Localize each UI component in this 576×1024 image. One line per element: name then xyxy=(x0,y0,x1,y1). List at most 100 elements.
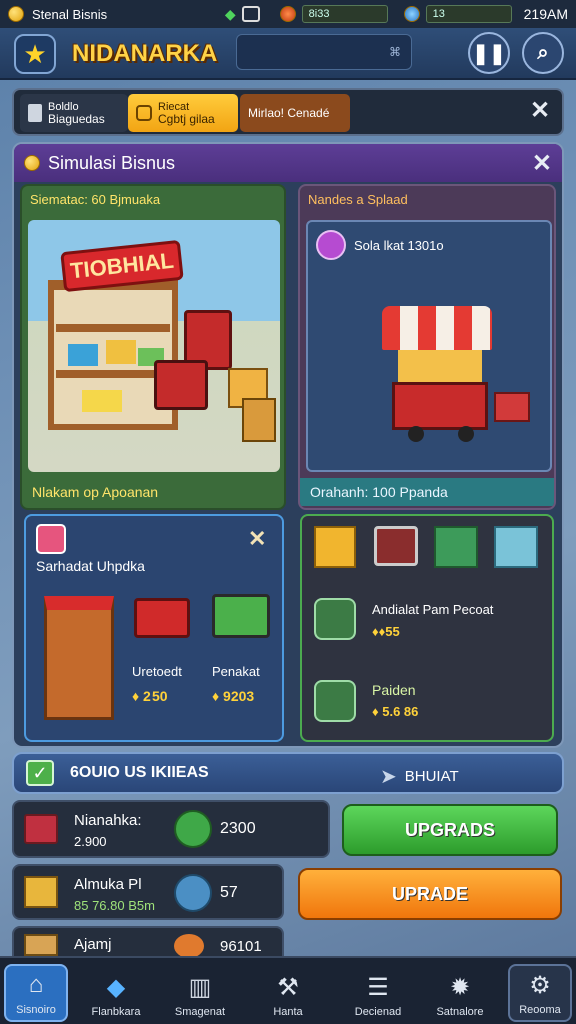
nav-home[interactable]: ⌂ Sisnoiro xyxy=(4,964,68,1022)
books-icon xyxy=(24,814,58,844)
gem-icon: ◆ xyxy=(224,5,236,22)
nav-list[interactable]: ☰ Decienad xyxy=(346,964,410,1022)
star-icon[interactable]: ★ xyxy=(14,34,56,74)
row2-sub: 85 76.80 B5m xyxy=(74,898,155,913)
globe-bag-icon xyxy=(174,874,212,912)
business-bar[interactable]: ✓ 6OUIO US IKIIEAS ➤ BHUIAT xyxy=(12,752,564,794)
nav-settings[interactable]: ⚙ Reooma xyxy=(508,964,572,1022)
upgrades-title: Sarhadat Uhpdka xyxy=(36,558,145,574)
wrench-icon: ⚒ xyxy=(277,973,299,1001)
row2-name: Almuka Pl xyxy=(74,876,142,893)
reward-label-1: Andialat Pam Pecoat xyxy=(372,602,494,617)
plane-icon: ➤ xyxy=(380,766,397,788)
reward-value-2: ♦ 5.6 86 xyxy=(372,704,419,719)
check-icon: ✓ xyxy=(26,760,54,786)
bottom-nav: ⌂ Sisnoiro ◆ Flanbkara ▥ Smagenat ⚒ Hanta ☰ D… xyxy=(0,956,576,1024)
ice-box-icon[interactable] xyxy=(494,526,538,568)
panel-header: Simulasi Bisnus ✕ xyxy=(14,144,562,182)
row3-value: 96101 xyxy=(220,938,262,955)
crate-icon[interactable] xyxy=(434,526,478,568)
stand-illustration: Sola lkat 1301o xyxy=(306,220,552,472)
game-title: NIDANARKA xyxy=(72,40,218,67)
tabs-close-button[interactable]: ✕ xyxy=(530,96,550,125)
gift-box-icon[interactable] xyxy=(314,526,356,568)
panel-title: Simulasi Bisnus xyxy=(48,152,176,173)
globe-icon xyxy=(403,6,420,22)
upgrades-card: ✕ Sarhadat Uhpdka Uretoedt Penakat ♦ 2 5… xyxy=(24,514,284,742)
upgrade-price-1: ♦ 2 50 xyxy=(132,688,168,704)
tab-biaguedas[interactable]: Boldlo Biaguedas xyxy=(20,94,128,132)
reward-value-1: ♦♦55 xyxy=(372,624,400,639)
upgrade-button-1[interactable]: UPGRADS xyxy=(342,804,558,856)
tab-riecat[interactable]: Riecat Cgbtj gilaa xyxy=(128,94,238,132)
reward-icon-2[interactable] xyxy=(314,680,356,722)
tab-strip: Boldlo Biaguedas Riecat Cgbtj gilaa Mirlao… xyxy=(12,88,564,136)
row3-name: Ajamj xyxy=(74,936,112,953)
coin-icon xyxy=(24,155,40,171)
panel-close-button[interactable]: ✕ xyxy=(532,149,552,178)
upgrade-price-2: ♦ 9203 xyxy=(212,688,255,704)
status-meter-2: 13 xyxy=(425,5,512,23)
search-button[interactable]: ⌕ xyxy=(522,32,564,74)
reward-icon-1[interactable] xyxy=(314,598,356,640)
search-icon: ⌘ xyxy=(389,45,401,59)
top-bar: ★ NIDANARKA ⌘ ❚❚ ⌕ xyxy=(0,28,576,80)
status-time: 219AM xyxy=(523,6,568,22)
rewards-card: Andialat Pam Pecoat ♦♦55 Paiden ♦ 5.6 86 xyxy=(300,514,554,742)
nav-diamond[interactable]: ◆ Flanbkara xyxy=(84,964,148,1022)
cart-icon[interactable] xyxy=(374,526,418,566)
row1-name: Nianahka: xyxy=(74,812,142,829)
energy-icon xyxy=(279,6,296,22)
store-title: Siematac: 60 Bjmuaka xyxy=(30,192,161,207)
app-coin-icon xyxy=(8,6,24,22)
status-app-name: Stenal Bisnis xyxy=(32,6,108,22)
nav-wrench[interactable]: ⚒ Hanta xyxy=(256,964,320,1022)
status-bar: Stenal Bisnis ◆ 8i33 13 219AM xyxy=(0,0,576,28)
row2-value: 57 xyxy=(220,884,238,901)
doc-icon xyxy=(28,104,42,122)
business-bar-right: ➤ BHUIAT xyxy=(380,766,459,788)
list-item: Ajamj 96101 xyxy=(12,926,284,958)
stand-footer: Orahanh: 100 Ppanda xyxy=(300,478,554,506)
store-footer: Nlakam op Apoanan xyxy=(32,484,159,500)
list-icon: ☰ xyxy=(367,973,389,1001)
row1-sub: 2.900 xyxy=(74,834,107,849)
stand-title: Nandes a Splaad xyxy=(308,192,408,207)
stand-badge: Sola lkat 1301o xyxy=(316,230,444,260)
diamond-icon: ◆ xyxy=(106,973,126,1001)
home-icon: ⌂ xyxy=(28,971,44,998)
upgrades-close-button[interactable]: ✕ xyxy=(248,526,266,552)
bin-icon: ▥ xyxy=(188,973,212,1001)
business-bar-label: 6OUIO US IKIIEAS xyxy=(70,764,209,781)
pause-button[interactable]: ❚❚ xyxy=(468,32,510,74)
gear-icon: ⚙ xyxy=(529,971,551,999)
store-illustration: TIOBHIAL xyxy=(28,220,280,472)
search-input[interactable]: ⌘ xyxy=(236,34,412,70)
basket-item[interactable] xyxy=(212,594,270,638)
store-card[interactable]: Siematac: 60 Bjmuaka TIOBHIAL Nlakam op … xyxy=(20,184,286,510)
nav-badge[interactable]: ✹ Satnalore xyxy=(428,964,492,1022)
status-meter-1: 8i33 xyxy=(301,5,388,23)
upgrade-item-label-1: Uretoedt xyxy=(132,664,182,679)
cart-stand-item[interactable] xyxy=(134,598,190,638)
upgrade-item-label-2: Penakat xyxy=(212,664,260,679)
stack-icon xyxy=(24,876,58,908)
list-item: Almuka Pl 85 76.80 B5m 57 xyxy=(12,864,284,920)
row1-value: 2300 xyxy=(220,820,256,837)
shop-shelf-item[interactable] xyxy=(44,596,114,720)
reward-label-2: Paiden xyxy=(372,682,416,698)
stand-card[interactable]: Nandes a Splaad Sola lkat 1301o Orahanh:… xyxy=(298,184,556,510)
lock-icon xyxy=(136,105,152,121)
badge-icon xyxy=(316,230,346,260)
tab-mirlao[interactable]: Mirlao! Cenadé xyxy=(240,94,350,132)
upgrade-badge-icon xyxy=(36,524,66,554)
box-icon xyxy=(24,934,58,956)
business-panel: Simulasi Bisnus ✕ Siematac: 60 Bjmuaka T… xyxy=(12,142,564,748)
upgrade-button-2[interactable]: UPRADE xyxy=(298,868,562,920)
medal-icon xyxy=(174,934,204,958)
list-item: Nianahka: 2.900 2300 xyxy=(12,800,330,858)
nav-bin[interactable]: ▥ Smagenat xyxy=(168,964,232,1022)
camera-icon xyxy=(241,6,260,22)
piggy-icon xyxy=(174,810,212,848)
badge-icon: ✹ xyxy=(449,973,471,1001)
